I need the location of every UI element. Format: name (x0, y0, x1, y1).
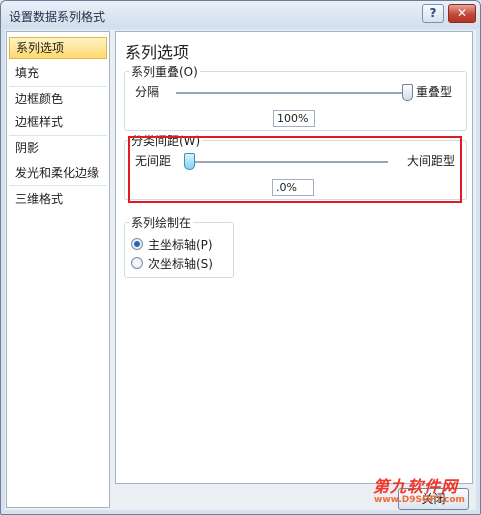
nav-separator (9, 86, 107, 87)
overlap-slider-thumb[interactable] (402, 84, 413, 101)
plot-series-on-label: 系列绘制在 (129, 214, 194, 231)
series-options-panel: 系列选项 系列重叠(O) 分隔 重叠型 100% 分类间距(W) 无间距 大间距… (115, 31, 473, 484)
nav-item-border-color[interactable]: 边框颜色 (9, 88, 107, 110)
panel-title: 系列选项 (125, 43, 190, 62)
nav-separator (9, 135, 107, 136)
dialog-client: 系列选项 填充 边框颜色 边框样式 阴影 发光和柔化边缘 三维格式 系列选项 系… (5, 30, 476, 510)
nav-item-shadow[interactable]: 阴影 (9, 137, 107, 159)
secondary-axis-radio[interactable] (131, 257, 143, 269)
nav-separator (9, 185, 107, 186)
overlap-group-label: 系列重叠(O) (129, 63, 200, 80)
secondary-axis-label[interactable]: 次坐标轴(S) (148, 255, 213, 272)
nav-item-fill[interactable]: 填充 (9, 62, 107, 84)
watermark-url: www.D9SOFT.com (374, 495, 465, 505)
nav-item-border-style[interactable]: 边框样式 (9, 111, 107, 133)
help-button[interactable]: ? (422, 4, 444, 23)
nav-item-glow-soft-edges[interactable]: 发光和柔化边缘 (9, 162, 107, 184)
window-title: 设置数据系列格式 (9, 10, 106, 24)
watermark-logo: 第九软件网 (373, 477, 459, 496)
title-bar[interactable]: 设置数据系列格式 ? ✕ (1, 1, 480, 28)
overlap-value-input[interactable]: 100% (273, 110, 315, 127)
overlap-slider-track[interactable] (176, 92, 402, 95)
nav-item-series-options[interactable]: 系列选项 (9, 37, 107, 59)
overlap-group: 系列重叠(O) 分隔 重叠型 100% (124, 63, 467, 131)
primary-axis-radio[interactable] (131, 238, 143, 250)
dialog-window: 设置数据系列格式 ? ✕ 系列选项 填充 边框颜色 边框样式 阴影 发光和柔化边… (0, 0, 481, 515)
overlap-min-label: 分隔 (135, 85, 160, 99)
plot-series-on-group: 系列绘制在 主坐标轴(P) 次坐标轴(S) (124, 214, 234, 278)
category-nav: 系列选项 填充 边框颜色 边框样式 阴影 发光和柔化边缘 三维格式 (6, 31, 110, 508)
nav-item-3d-format[interactable]: 三维格式 (9, 188, 107, 210)
highlight-annotation (128, 136, 462, 203)
overlap-max-label: 重叠型 (416, 85, 453, 99)
primary-axis-label[interactable]: 主坐标轴(P) (148, 236, 213, 253)
close-window-button[interactable]: ✕ (448, 4, 476, 23)
